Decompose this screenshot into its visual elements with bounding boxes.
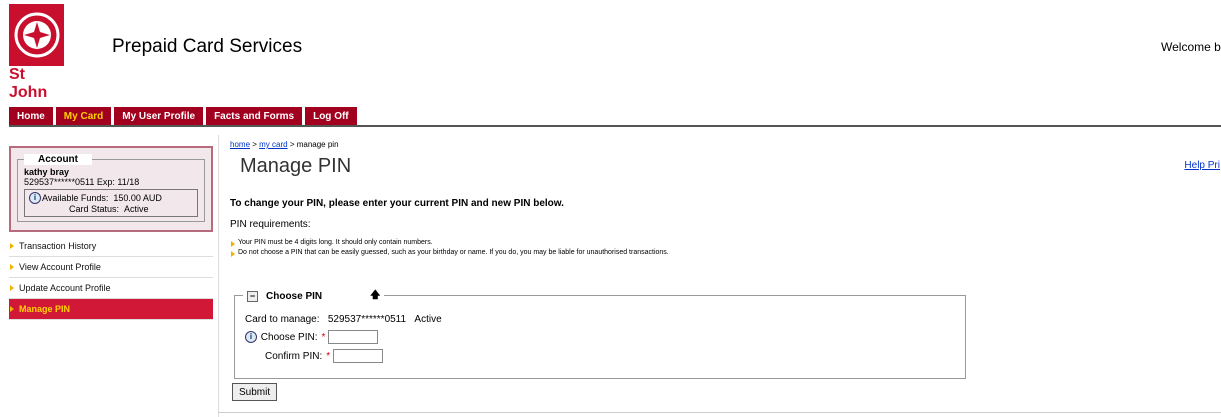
choose-pin-legend: − Choose PIN 🡅 <box>243 288 385 305</box>
nav-my-card[interactable]: My Card <box>55 107 112 126</box>
sidebar-item-view-account-profile[interactable]: View Account Profile <box>9 257 213 278</box>
funds-box: i Available Funds: 150.00 AUD Card Statu… <box>24 189 198 217</box>
main-content: home > my card > manage pin Manage PIN H… <box>230 140 1220 401</box>
card-to-manage-label: Card to manage: <box>245 314 320 325</box>
breadcrumb-separator: > <box>287 140 297 149</box>
arrow-up-icon[interactable]: 🡅 <box>370 288 380 305</box>
card-status-label: Card Status: <box>69 204 120 214</box>
logo-text: St John <box>9 66 48 101</box>
nav-facts-and-forms[interactable]: Facts and Forms <box>206 107 303 126</box>
breadcrumb-my-card[interactable]: my card <box>259 140 287 149</box>
sidebar-item-manage-pin[interactable]: Manage PIN <box>9 299 213 320</box>
confirm-pin-label: Confirm PIN: <box>265 350 323 362</box>
content-divider <box>218 135 219 417</box>
breadcrumb-separator: > <box>250 140 260 149</box>
required-marker: * <box>321 331 326 343</box>
account-holder-name: kathy bray <box>24 167 70 177</box>
choose-pin-row: i Choose PIN: * <box>245 330 379 344</box>
st-john-cross-icon <box>9 4 64 66</box>
card-status-value: Active <box>124 204 149 214</box>
breadcrumb-current: manage pin <box>296 140 339 149</box>
account-panel: Account kathy bray 529537******0511 Exp:… <box>9 146 213 232</box>
confirm-pin-input[interactable] <box>333 349 384 363</box>
card-to-manage-row: Card to manage: 529537******0511 Active <box>245 314 442 325</box>
required-marker: * <box>326 350 331 362</box>
main-nav: Home My Card My User Profile Facts and F… <box>9 107 360 126</box>
sidebar-links: Transaction History View Account Profile… <box>9 236 213 320</box>
choose-pin-fieldset: − Choose PIN 🡅 Card to manage: 529537***… <box>234 288 966 379</box>
st-john-logo: St John <box>9 4 64 101</box>
card-status-row: Card Status: Active <box>69 204 193 214</box>
collapse-toggle-icon[interactable]: − <box>247 291 258 302</box>
card-to-manage-status: Active <box>414 314 442 325</box>
card-to-manage-value: 529537******0511 <box>327 314 407 325</box>
requirement-item: Your PIN must be 4 digits long. It shoul… <box>230 239 1220 247</box>
sidebar: Account kathy bray 529537******0511 Exp:… <box>9 146 213 320</box>
choose-pin-input[interactable] <box>328 330 379 344</box>
confirm-pin-row: Confirm PIN: * <box>265 349 384 363</box>
nav-divider <box>9 125 1221 127</box>
page-title: Manage PIN <box>240 155 352 177</box>
breadcrumb: home > my card > manage pin <box>230 140 1220 149</box>
card-number-expiry: 529537******0511 Exp: 11/18 <box>24 177 140 187</box>
nav-log-off[interactable]: Log Off <box>305 107 357 126</box>
funds-label: Available Funds: <box>42 193 109 203</box>
sidebar-item-transaction-history[interactable]: Transaction History <box>9 236 213 257</box>
sidebar-item-update-account-profile[interactable]: Update Account Profile <box>9 278 213 299</box>
account-legend: Account <box>24 154 92 165</box>
nav-my-user-profile[interactable]: My User Profile <box>114 107 204 126</box>
funds-row: i Available Funds: 150.00 AUD <box>29 192 193 204</box>
requirements-title: PIN requirements: <box>230 219 311 230</box>
app-title: Prepaid Card Services <box>112 36 303 57</box>
requirements-list: Your PIN must be 4 digits long. It shoul… <box>230 239 1220 257</box>
nav-home[interactable]: Home <box>9 107 53 126</box>
info-icon[interactable]: i <box>29 192 41 204</box>
instructions-text: To change your PIN, please enter your cu… <box>230 198 564 209</box>
footer-divider <box>218 412 1221 413</box>
requirement-item: Do not choose a PIN that can be easily g… <box>230 249 1220 257</box>
account-fieldset: Account kathy bray 529537******0511 Exp:… <box>17 154 205 222</box>
funds-value: 150.00 AUD <box>113 193 162 203</box>
submit-button[interactable]: Submit <box>232 383 278 401</box>
choose-pin-label: Choose PIN: <box>260 331 318 343</box>
breadcrumb-home[interactable]: home <box>230 140 250 149</box>
info-icon[interactable]: i <box>245 331 257 343</box>
welcome-text: Welcome bra <box>1161 40 1221 54</box>
help-print-links[interactable]: Help Pri <box>1184 160 1220 171</box>
choose-pin-title: Choose PIN <box>266 291 323 302</box>
